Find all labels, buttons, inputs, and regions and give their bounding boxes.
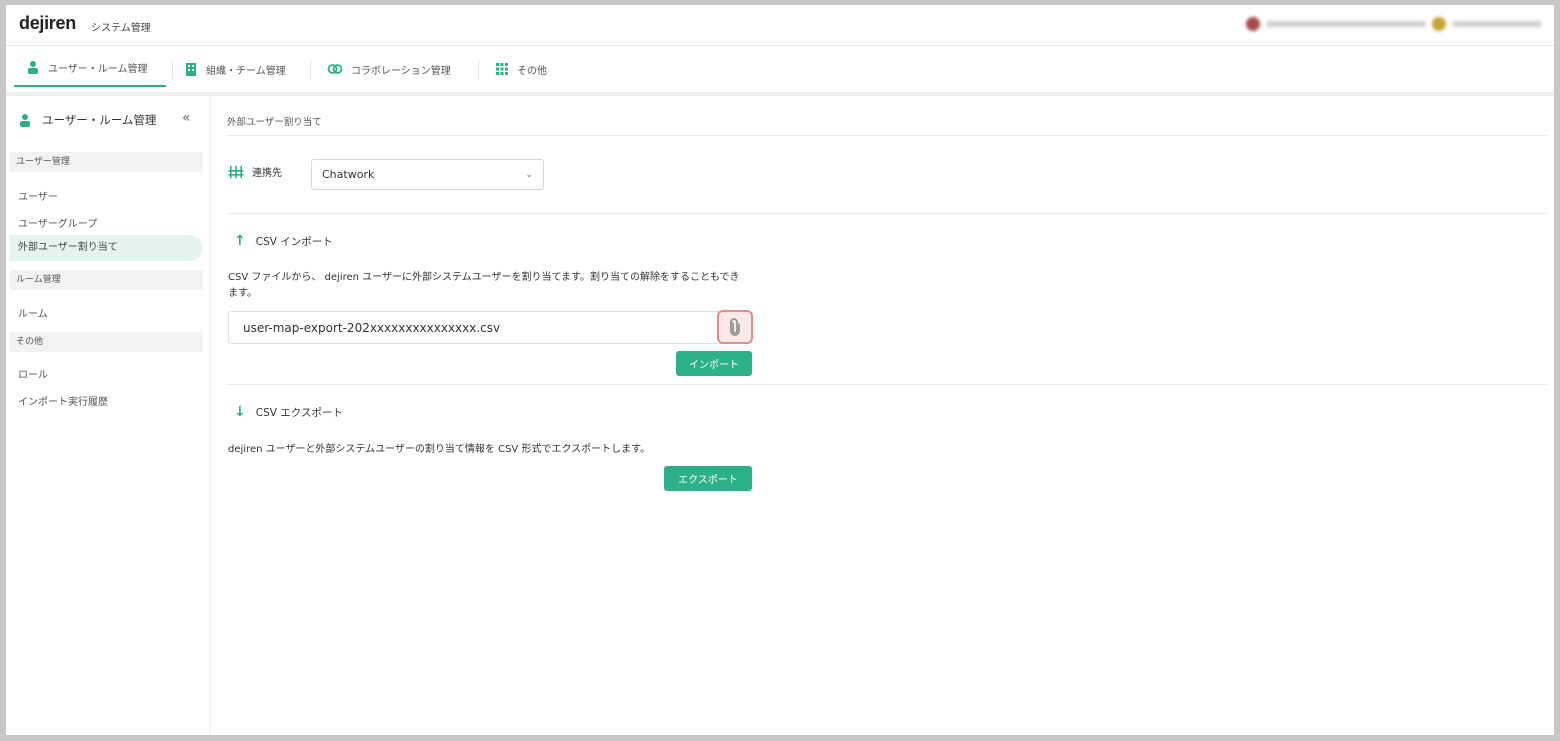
sidebar-section-room-management: ルーム管理	[10, 270, 203, 290]
csv-export-title: CSV エクスポート	[255, 406, 343, 419]
main-content: 外部ユーザー割り当て 連携先 Chatwork ⌄ ↑ CSV インポート CS…	[211, 96, 1554, 735]
grid-icon	[496, 63, 508, 75]
divider	[227, 135, 1547, 136]
tab-divider	[478, 61, 479, 79]
tab-collaboration[interactable]: コラボレーション管理	[327, 49, 451, 89]
arrow-down-icon: ↓	[234, 404, 246, 420]
connection-label-text: 連携先	[252, 168, 282, 179]
app-window: dejiren システム管理 ユーザー・ルーム管理 組織・チーム管理 コラボレー…	[6, 5, 1554, 735]
user-icon	[20, 114, 30, 127]
csv-file-name: user-map-export-202xxxxxxxxxxxxxxx.csv	[243, 320, 501, 335]
sidebar-item-external-user-assignment[interactable]: 外部ユーザー割り当て	[10, 235, 203, 261]
export-button[interactable]: エクスポート	[664, 466, 752, 491]
blurred-user-name	[1452, 21, 1542, 27]
user-avatar	[1432, 17, 1446, 31]
paperclip-icon	[730, 318, 740, 336]
sidebar-section-other: その他	[10, 332, 203, 352]
csv-import-description: CSV ファイルから、 dejiren ユーザーに外部システムユーザーを割り当て…	[228, 272, 740, 299]
tab-divider	[310, 61, 311, 79]
sidebar-header: ユーザー・ルーム管理	[18, 112, 156, 128]
link-icon	[327, 64, 343, 74]
chevron-down-icon: ⌄	[525, 169, 533, 180]
building-icon	[186, 63, 196, 76]
connection-select[interactable]: Chatwork ⌄	[311, 159, 544, 190]
csv-export-description: dejiren ユーザーと外部システムユーザーの割り当て情報を CSV 形式でエ…	[228, 444, 651, 455]
breadcrumb: 外部ユーザー割り当て	[227, 117, 322, 128]
csv-export-heading: ↓ CSV エクスポート	[234, 404, 343, 420]
collapse-sidebar-icon[interactable]: «	[182, 110, 191, 126]
organization-avatar	[1246, 17, 1260, 31]
blurred-organization-name	[1266, 21, 1426, 27]
tab-label: ユーザー・ルーム管理	[48, 63, 148, 75]
tab-other[interactable]: その他	[495, 49, 547, 89]
sidebar-item-roles[interactable]: ロール	[18, 366, 48, 381]
connection-settings-icon	[228, 165, 244, 178]
sidebar-item-import-history[interactable]: インポート実行履歴	[18, 393, 108, 408]
sidebar-item-rooms[interactable]: ルーム	[18, 305, 48, 320]
tab-organization-team[interactable]: 組織・チーム管理	[184, 49, 286, 89]
divider	[227, 213, 1547, 214]
connection-label: 連携先	[228, 164, 282, 179]
sidebar-title: ユーザー・ルーム管理	[42, 113, 157, 127]
main-tabs: ユーザー・ルーム管理 組織・チーム管理 コラボレーション管理 その他	[6, 49, 1554, 96]
tab-label: 組織・チーム管理	[206, 65, 286, 77]
tab-label: コラボレーション管理	[351, 65, 451, 77]
csv-import-title: CSV インポート	[255, 235, 333, 248]
divider	[227, 384, 1547, 385]
tab-user-room[interactable]: ユーザー・ルーム管理	[14, 49, 166, 87]
tab-label: その他	[517, 65, 547, 77]
csv-import-heading: ↑ CSV インポート	[234, 233, 333, 249]
sidebar-item-user-groups[interactable]: ユーザーグループ	[18, 215, 97, 230]
sidebar: ユーザー・ルーム管理 « ユーザー管理 ユーザー ユーザーグループ 外部ユーザー…	[6, 96, 211, 735]
csv-file-input[interactable]: user-map-export-202xxxxxxxxxxxxxxx.csv	[228, 311, 750, 344]
connection-select-value: Chatwork	[322, 168, 375, 181]
app-title: システム管理	[91, 23, 151, 34]
attach-file-button[interactable]	[717, 310, 753, 344]
arrow-up-icon: ↑	[234, 233, 246, 249]
logo[interactable]: dejiren	[19, 13, 76, 34]
import-button[interactable]: インポート	[676, 351, 752, 376]
user-menu[interactable]	[1246, 17, 1542, 31]
sidebar-section-user-management: ユーザー管理	[10, 152, 203, 172]
top-bar: dejiren システム管理	[6, 5, 1554, 46]
user-icon	[28, 61, 38, 74]
tab-divider	[172, 61, 173, 79]
sidebar-item-users[interactable]: ユーザー	[18, 188, 58, 203]
